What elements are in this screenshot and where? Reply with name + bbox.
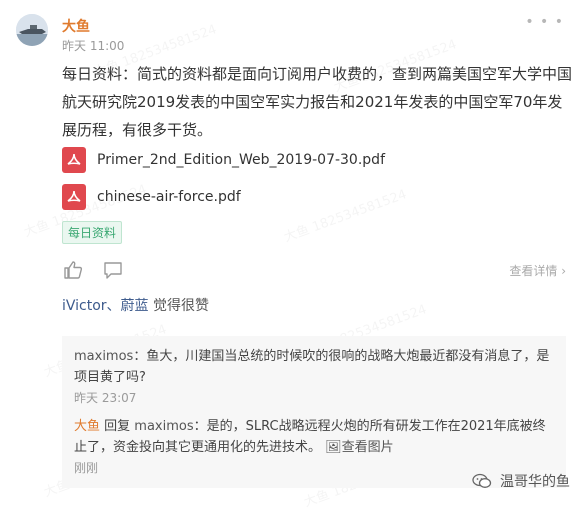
comment-separator: ： — [133, 349, 147, 364]
avatar-image — [16, 14, 48, 46]
image-icon: 🖼 — [325, 440, 342, 455]
view-image-link[interactable]: 🖼查看图片 — [325, 440, 394, 455]
comments-panel: maximos：鱼大，川建国当总统的时候吹的很响的战略大炮最近都没有消息了，是项… — [62, 336, 566, 488]
attachment-name: chinese-air-force.pdf — [97, 189, 241, 205]
likes-suffix: 觉得很赞 — [148, 298, 210, 314]
comment-text: 鱼大，川建国当总统的时候吹的很响的战略大炮最近都没有消息了，是项目黄了吗? — [74, 349, 550, 385]
chevron-right-icon: › — [561, 264, 566, 278]
post-time: 昨天 11:00 — [62, 39, 125, 53]
reply-to-user[interactable]: maximos — [134, 419, 193, 434]
attachment-item[interactable]: Primer_2nd_Edition_Web_2019-07-30.pdf — [62, 146, 385, 174]
comment-item[interactable]: maximos：鱼大，川建国当总统的时候吹的很响的战略大炮最近都没有消息了，是项… — [74, 346, 554, 388]
attachment-item[interactable]: chinese-air-force.pdf — [62, 183, 241, 211]
brand-name: 温哥华的鱼 — [500, 474, 570, 490]
avatar[interactable] — [16, 14, 48, 46]
post-text: 每日资料：简式的资料都是面向订阅用户收费的，查到两篇美国空军大学中国航天研究院2… — [62, 65, 573, 139]
attachment-name: Primer_2nd_Edition_Web_2019-07-30.pdf — [97, 152, 385, 168]
likes-line: iVictor、蔚蓝 觉得很赞 — [62, 295, 209, 315]
watermark: 大鱼 182534581524 — [281, 183, 409, 245]
comment-user[interactable]: maximos — [74, 349, 133, 364]
comment-time: 刚刚 — [74, 461, 99, 475]
like-icon[interactable] — [62, 259, 84, 281]
comment-separator: ： — [193, 419, 207, 434]
comment-time: 昨天 23:07 — [74, 391, 137, 405]
comment-item[interactable]: 大鱼 回复 maximos：是的，SLRC战略远程火炮的所有研发工作在2021年… — [74, 416, 554, 458]
reply-word: 回复 — [100, 419, 135, 434]
wechat-icon — [472, 473, 492, 489]
view-detail-label: 查看详情 — [509, 264, 558, 278]
comment-user[interactable]: 大鱼 — [74, 419, 100, 434]
more-dots-icon[interactable]: • • • — [525, 14, 564, 30]
brand-mark: 温哥华的鱼 — [472, 471, 570, 491]
comment-icon[interactable] — [102, 259, 124, 281]
post-author[interactable]: 大鱼 — [62, 16, 90, 36]
pdf-icon — [62, 184, 86, 210]
view-image-label: 查看图片 — [341, 440, 394, 455]
pdf-icon — [62, 147, 86, 173]
liker-names[interactable]: iVictor、蔚蓝 — [62, 298, 149, 314]
view-detail-link[interactable]: 查看详情 › — [509, 262, 566, 279]
topic-tag[interactable]: 每日资料 — [62, 221, 123, 244]
